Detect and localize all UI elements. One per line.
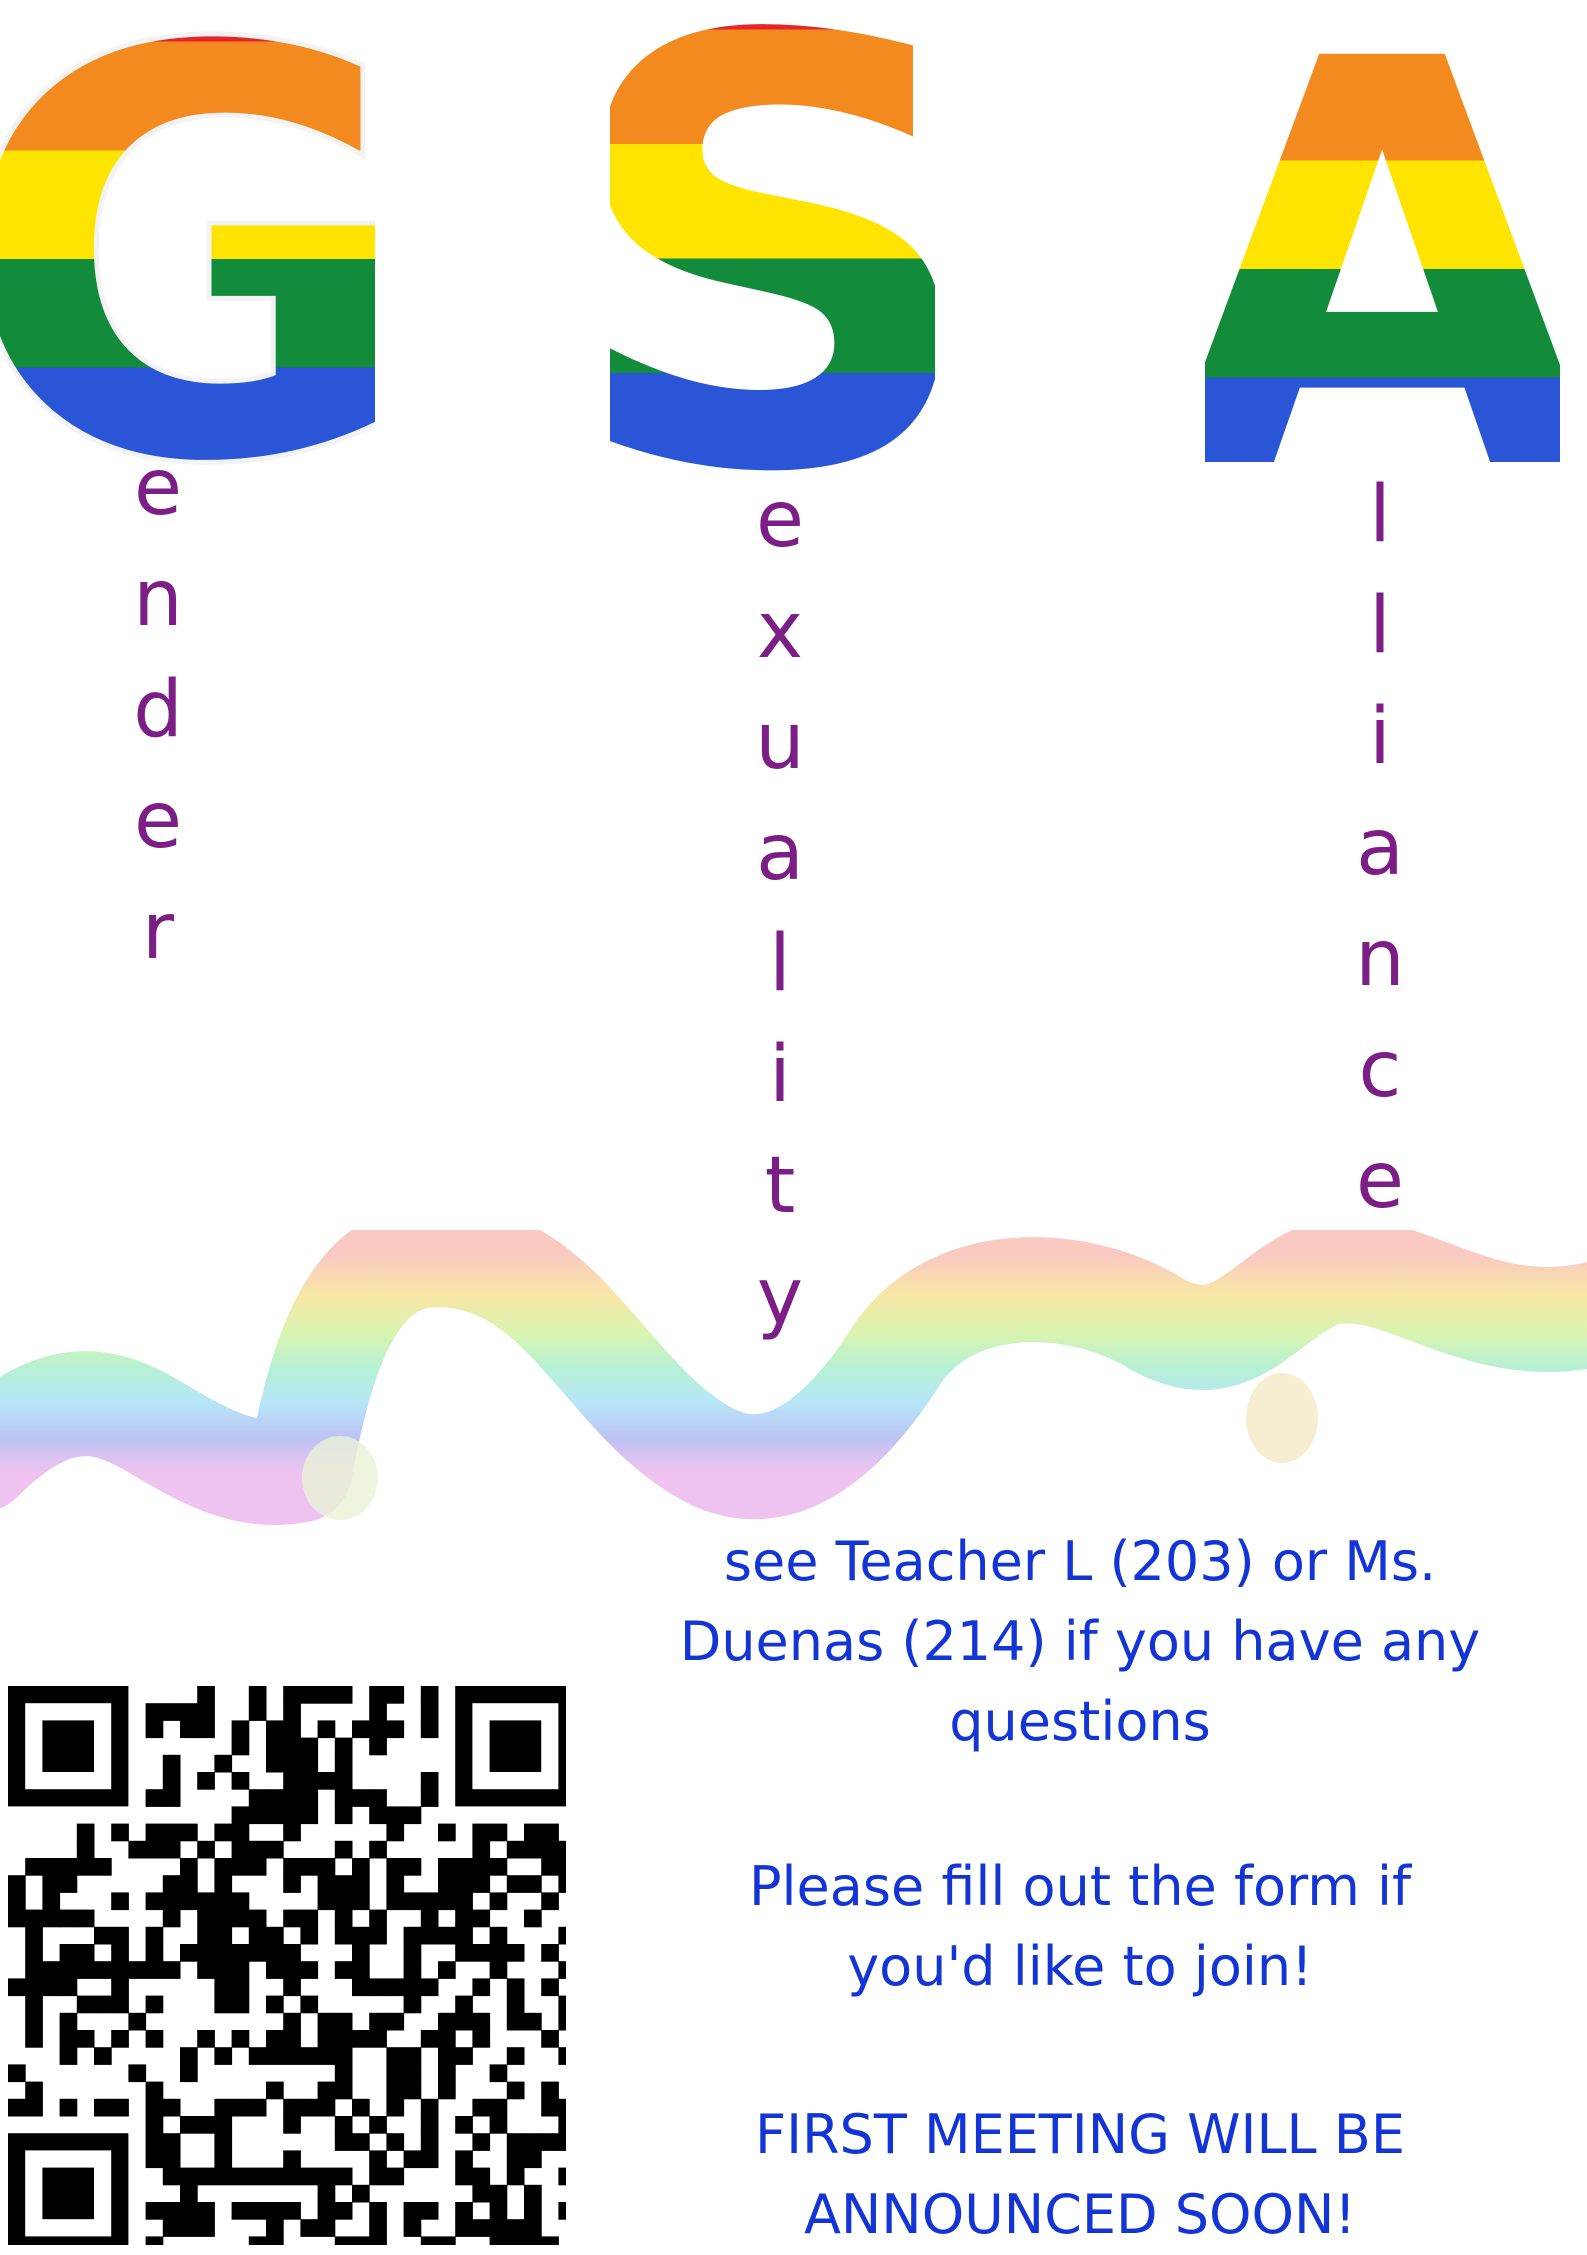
meeting-announcement-text: FIRST MEETING WILL BE ANNOUNCED SOON! <box>630 2095 1530 2255</box>
meeting-line-1: FIRST MEETING WILL BE <box>755 2103 1405 2166</box>
gender-vertical-word: ender <box>118 433 198 988</box>
acronym-letter-a: A <box>1205 10 1560 480</box>
join-line-2: you'd like to join! <box>847 1935 1313 1998</box>
vertical-letter: e <box>134 443 182 533</box>
contact-line-1: see Teacher L (203) or Ms. <box>723 1530 1437 1593</box>
vertical-letter: e <box>756 475 804 565</box>
vertical-letter: t <box>764 1141 796 1231</box>
qr-code-icon[interactable] <box>0 1672 566 2245</box>
acronym-letter-s: S <box>610 10 935 480</box>
join-form-text: Please fill out the form if you'd like t… <box>630 1847 1530 2007</box>
vertical-letter: u <box>755 697 805 787</box>
vertical-letter: c <box>1358 1025 1402 1115</box>
contact-info-text: see Teacher L (203) or Ms. Duenas (214) … <box>630 1522 1530 1762</box>
vertical-letter: i <box>1369 692 1391 782</box>
vertical-letter: l <box>1369 470 1391 560</box>
vertical-letter: d <box>133 665 183 755</box>
vertical-letter: l <box>1369 581 1391 671</box>
svg-text:A: A <box>1205 10 1560 480</box>
vertical-letter: l <box>769 919 791 1009</box>
alliance-vertical-word: lliance <box>1340 460 1420 1237</box>
rainbow-wave-decoration <box>0 1230 1587 1526</box>
vertical-letter: r <box>141 887 175 977</box>
vertical-letter: i <box>769 1030 791 1120</box>
join-line-1: Please fill out the form if <box>748 1855 1412 1918</box>
vertical-letter: a <box>756 808 804 898</box>
vertical-letter: x <box>756 586 804 676</box>
sexuality-vertical-word: exuality <box>740 465 820 1353</box>
svg-text:G: G <box>0 0 375 470</box>
vertical-letter: e <box>134 776 182 866</box>
svg-text:S: S <box>610 10 935 480</box>
vertical-letter: n <box>133 554 183 644</box>
vertical-letter: a <box>1356 803 1404 893</box>
contact-line-2: Duenas (214) if you have any <box>679 1610 1481 1673</box>
contact-line-3: questions <box>949 1690 1211 1753</box>
acronym-letter-g: G <box>0 0 375 470</box>
vertical-letter: e <box>1356 1136 1404 1226</box>
vertical-letter: n <box>1355 914 1405 1004</box>
meeting-line-2: ANNOUNCED SOON! <box>803 2183 1357 2246</box>
